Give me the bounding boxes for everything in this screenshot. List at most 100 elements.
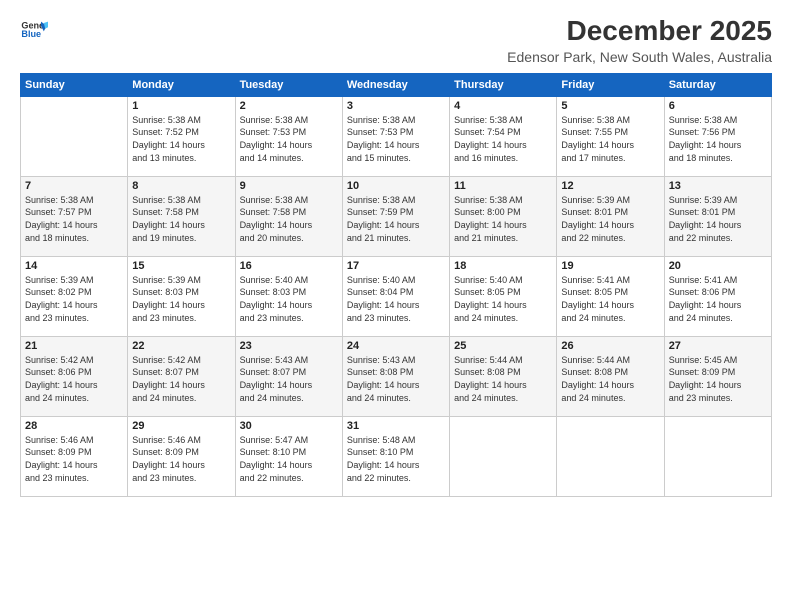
logo: General Blue: [20, 16, 50, 44]
day-info: Sunrise: 5:38 AM Sunset: 7:52 PM Dayligh…: [132, 114, 230, 164]
day-info: Sunrise: 5:42 AM Sunset: 8:06 PM Dayligh…: [25, 354, 123, 404]
day-info: Sunrise: 5:43 AM Sunset: 8:07 PM Dayligh…: [240, 354, 338, 404]
calendar-cell: 31 Sunrise: 5:48 AM Sunset: 8:10 PM Dayli…: [342, 416, 449, 496]
subtitle: Edensor Park, New South Wales, Australia: [507, 49, 772, 65]
day-info: Sunrise: 5:45 AM Sunset: 8:09 PM Dayligh…: [669, 354, 767, 404]
day-info: Sunrise: 5:38 AM Sunset: 8:00 PM Dayligh…: [454, 194, 552, 244]
calendar-cell: 13Sunrise: 5:39 AM Sunset: 8:01 PM Dayli…: [664, 176, 771, 256]
calendar-cell: 19Sunrise: 5:41 AM Sunset: 8:05 PM Dayli…: [557, 256, 664, 336]
day-number: 29: [132, 420, 230, 432]
day-number: 8: [132, 180, 230, 192]
day-number: 7: [25, 180, 123, 192]
calendar-cell: 18Sunrise: 5:40 AM Sunset: 8:05 PM Dayli…: [450, 256, 557, 336]
calendar-cell: 16Sunrise: 5:40 AM Sunset: 8:03 PM Dayli…: [235, 256, 342, 336]
day-info: Sunrise: 5:38 AM Sunset: 7:56 PM Dayligh…: [669, 114, 767, 164]
day-info: Sunrise: 5:48 AM Sunset: 8:10 PM Dayligh…: [347, 434, 445, 484]
calendar-week-row: 14 Sunrise: 5:39 AM Sunset: 8:02 PM Dayli…: [21, 256, 772, 336]
page: General Blue December 2025 Edensor Park,…: [0, 0, 792, 612]
day-info: Sunrise: 5:38 AM Sunset: 7:53 PM Dayligh…: [347, 114, 445, 164]
col-thursday: Thursday: [450, 73, 557, 96]
day-number: 4: [454, 100, 552, 112]
day-number: 14: [25, 260, 123, 272]
day-number: 2: [240, 100, 338, 112]
calendar-cell: 11 Sunrise: 5:38 AM Sunset: 8:00 PM Dayli…: [450, 176, 557, 256]
day-number: 17: [347, 260, 445, 272]
header: General Blue December 2025 Edensor Park,…: [20, 16, 772, 65]
calendar-cell: 2Sunrise: 5:38 AM Sunset: 7:53 PM Daylig…: [235, 96, 342, 176]
calendar-cell: 10 Sunrise: 5:38 AM Sunset: 7:59 PM Dayli…: [342, 176, 449, 256]
day-number: 1: [132, 100, 230, 112]
day-number: 19: [561, 260, 659, 272]
svg-text:Blue: Blue: [21, 29, 41, 39]
day-info: Sunrise: 5:38 AM Sunset: 7:54 PM Dayligh…: [454, 114, 552, 164]
day-info: Sunrise: 5:38 AM Sunset: 7:58 PM Dayligh…: [132, 194, 230, 244]
day-number: 20: [669, 260, 767, 272]
day-number: 25: [454, 340, 552, 352]
calendar-cell: 15 Sunrise: 5:39 AM Sunset: 8:03 PM Dayli…: [128, 256, 235, 336]
day-number: 26: [561, 340, 659, 352]
calendar-cell: 29 Sunrise: 5:46 AM Sunset: 8:09 PM Dayli…: [128, 416, 235, 496]
day-number: 23: [240, 340, 338, 352]
calendar-cell: 27 Sunrise: 5:45 AM Sunset: 8:09 PM Dayli…: [664, 336, 771, 416]
day-info: Sunrise: 5:40 AM Sunset: 8:04 PM Dayligh…: [347, 274, 445, 324]
calendar-cell: 12Sunrise: 5:39 AM Sunset: 8:01 PM Dayli…: [557, 176, 664, 256]
day-info: Sunrise: 5:38 AM Sunset: 7:59 PM Dayligh…: [347, 194, 445, 244]
day-number: 6: [669, 100, 767, 112]
day-number: 27: [669, 340, 767, 352]
day-number: 16: [240, 260, 338, 272]
calendar-cell: 4 Sunrise: 5:38 AM Sunset: 7:54 PM Daylig…: [450, 96, 557, 176]
day-number: 18: [454, 260, 552, 272]
calendar-table: Sunday Monday Tuesday Wednesday Thursday…: [20, 73, 772, 497]
day-number: 28: [25, 420, 123, 432]
calendar-cell: 14 Sunrise: 5:39 AM Sunset: 8:02 PM Dayli…: [21, 256, 128, 336]
day-info: Sunrise: 5:44 AM Sunset: 8:08 PM Dayligh…: [561, 354, 659, 404]
day-number: 11: [454, 180, 552, 192]
day-info: Sunrise: 5:42 AM Sunset: 8:07 PM Dayligh…: [132, 354, 230, 404]
calendar-week-row: 7Sunrise: 5:38 AM Sunset: 7:57 PM Daylig…: [21, 176, 772, 256]
day-info: Sunrise: 5:46 AM Sunset: 8:09 PM Dayligh…: [132, 434, 230, 484]
calendar-week-row: 28 Sunrise: 5:46 AM Sunset: 8:09 PM Dayli…: [21, 416, 772, 496]
calendar-cell: 6 Sunrise: 5:38 AM Sunset: 7:56 PM Daylig…: [664, 96, 771, 176]
day-number: 24: [347, 340, 445, 352]
day-number: 30: [240, 420, 338, 432]
day-number: 5: [561, 100, 659, 112]
calendar-cell: 5 Sunrise: 5:38 AM Sunset: 7:55 PM Daylig…: [557, 96, 664, 176]
col-sunday: Sunday: [21, 73, 128, 96]
day-info: Sunrise: 5:43 AM Sunset: 8:08 PM Dayligh…: [347, 354, 445, 404]
calendar-cell: [21, 96, 128, 176]
calendar-cell: [557, 416, 664, 496]
calendar-week-row: 21 Sunrise: 5:42 AM Sunset: 8:06 PM Dayli…: [21, 336, 772, 416]
calendar-cell: 9 Sunrise: 5:38 AM Sunset: 7:58 PM Daylig…: [235, 176, 342, 256]
day-info: Sunrise: 5:39 AM Sunset: 8:02 PM Dayligh…: [25, 274, 123, 324]
calendar-cell: 28 Sunrise: 5:46 AM Sunset: 8:09 PM Dayli…: [21, 416, 128, 496]
day-info: Sunrise: 5:38 AM Sunset: 7:55 PM Dayligh…: [561, 114, 659, 164]
day-info: Sunrise: 5:44 AM Sunset: 8:08 PM Dayligh…: [454, 354, 552, 404]
day-number: 15: [132, 260, 230, 272]
title-block: December 2025 Edensor Park, New South Wa…: [507, 16, 772, 65]
day-info: Sunrise: 5:46 AM Sunset: 8:09 PM Dayligh…: [25, 434, 123, 484]
col-tuesday: Tuesday: [235, 73, 342, 96]
calendar-header-row: Sunday Monday Tuesday Wednesday Thursday…: [21, 73, 772, 96]
calendar-cell: 21 Sunrise: 5:42 AM Sunset: 8:06 PM Dayli…: [21, 336, 128, 416]
day-number: 31: [347, 420, 445, 432]
calendar-cell: 26 Sunrise: 5:44 AM Sunset: 8:08 PM Dayli…: [557, 336, 664, 416]
day-info: Sunrise: 5:38 AM Sunset: 7:58 PM Dayligh…: [240, 194, 338, 244]
col-saturday: Saturday: [664, 73, 771, 96]
col-friday: Friday: [557, 73, 664, 96]
calendar-cell: 23 Sunrise: 5:43 AM Sunset: 8:07 PM Dayli…: [235, 336, 342, 416]
day-number: 9: [240, 180, 338, 192]
calendar-cell: 17 Sunrise: 5:40 AM Sunset: 8:04 PM Dayli…: [342, 256, 449, 336]
col-monday: Monday: [128, 73, 235, 96]
day-number: 10: [347, 180, 445, 192]
day-info: Sunrise: 5:41 AM Sunset: 8:06 PM Dayligh…: [669, 274, 767, 324]
day-number: 22: [132, 340, 230, 352]
calendar-cell: [450, 416, 557, 496]
logo-icon: General Blue: [20, 16, 48, 44]
col-wednesday: Wednesday: [342, 73, 449, 96]
day-number: 21: [25, 340, 123, 352]
day-number: 13: [669, 180, 767, 192]
day-number: 3: [347, 100, 445, 112]
day-info: Sunrise: 5:47 AM Sunset: 8:10 PM Dayligh…: [240, 434, 338, 484]
day-info: Sunrise: 5:39 AM Sunset: 8:03 PM Dayligh…: [132, 274, 230, 324]
calendar-cell: 3 Sunrise: 5:38 AM Sunset: 7:53 PM Daylig…: [342, 96, 449, 176]
